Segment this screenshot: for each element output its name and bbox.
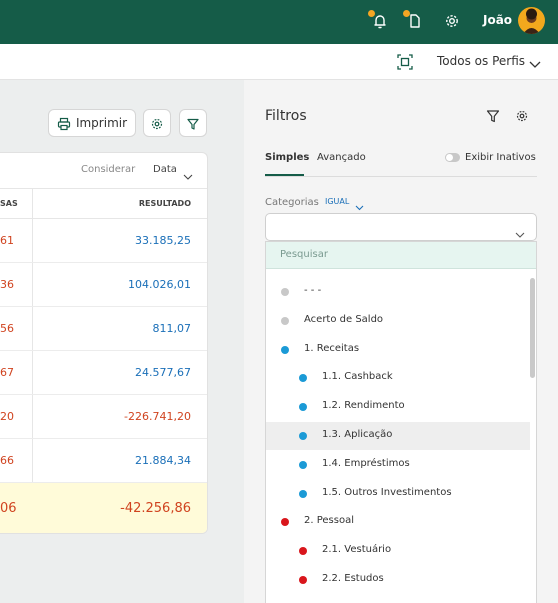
category-option[interactable]: 2. Pessoal xyxy=(266,508,530,536)
category-option[interactable]: 1.5. Outros Investimentos xyxy=(266,480,530,508)
table-row[interactable]: 56 811,07 xyxy=(0,307,207,351)
cell-despesas: 56 xyxy=(0,322,14,335)
tab-avancado[interactable]: Avançado xyxy=(317,152,366,163)
table-row[interactable]: 20 -226.741,20 xyxy=(0,395,207,439)
notification-badge xyxy=(368,10,375,17)
category-option-label: 1.4. Empréstimos xyxy=(322,457,410,469)
profile-bar: Todos os Perfis xyxy=(0,44,558,80)
category-color-dot xyxy=(299,460,307,469)
avatar[interactable] xyxy=(518,7,545,34)
table-row[interactable]: 36 104.026,01 xyxy=(0,263,207,307)
category-option[interactable]: 1.1. Cashback xyxy=(266,364,530,392)
column-header-resultado[interactable]: RESULTADO xyxy=(139,199,191,208)
filters-title: Filtros xyxy=(265,108,307,124)
category-option-label: 1.2. Rendimento xyxy=(322,400,405,412)
category-color-dot xyxy=(299,432,307,440)
document-badge xyxy=(403,10,410,17)
cell-despesas: 61 xyxy=(0,234,14,247)
categories-label: Categorias xyxy=(265,197,319,208)
search-input[interactable]: Pesquisar xyxy=(280,249,328,260)
category-option[interactable]: 1.3. Aplicação xyxy=(266,422,530,450)
table-settings-button[interactable] xyxy=(143,109,171,137)
cell-despesas: 36 xyxy=(0,278,14,291)
category-option-label: 1.1. Cashback xyxy=(322,371,393,383)
filter-button[interactable] xyxy=(179,109,207,137)
category-option[interactable]: - - - xyxy=(266,278,530,306)
results-table: Considerar Data SAS RESULTADO 61 33.185,2… xyxy=(0,152,208,534)
category-color-dot xyxy=(281,288,289,296)
category-option[interactable]: 1.4. Empréstimos xyxy=(266,451,530,479)
category-color-dot xyxy=(299,576,307,584)
category-color-dot xyxy=(299,489,307,498)
column-header-despesas[interactable]: SAS xyxy=(0,199,18,208)
active-tab-indicator xyxy=(265,174,304,176)
filter-icon xyxy=(186,116,200,130)
category-color-dot xyxy=(281,345,289,354)
category-option-label: 1. Receitas xyxy=(304,342,360,354)
category-option-label: 2. Pessoal xyxy=(304,515,354,527)
printer-icon xyxy=(57,116,71,131)
category-color-dot xyxy=(299,547,307,556)
show-inactive-toggle[interactable] xyxy=(445,153,460,162)
total-resultado: -42.256,86 xyxy=(120,501,191,516)
table-total-row: 06 -42.256,86 xyxy=(0,483,207,533)
filter-icon[interactable] xyxy=(486,108,500,123)
total-despesas: 06 xyxy=(0,501,17,516)
considerar-label: Considerar xyxy=(81,164,136,175)
cell-despesas: 67 xyxy=(0,366,14,379)
category-color-dot xyxy=(281,518,289,527)
gear-icon[interactable] xyxy=(442,11,462,31)
data-selector[interactable]: Data xyxy=(153,164,177,175)
cell-resultado: 21.884,34 xyxy=(135,454,191,467)
cell-despesas: 66 xyxy=(0,454,14,467)
cell-resultado: 104.026,01 xyxy=(128,278,191,291)
category-option-label: 2.2. Estudos xyxy=(322,573,384,584)
table-row[interactable]: 67 24.577,67 xyxy=(0,351,207,395)
category-option-label: Acerto de Saldo xyxy=(304,313,384,325)
chevron-down-icon[interactable] xyxy=(528,56,542,68)
category-option[interactable]: 1. Receitas xyxy=(266,336,530,364)
cell-resultado: -226.741,20 xyxy=(124,410,191,423)
print-label: Imprimir xyxy=(75,116,128,130)
scrollbar-thumb[interactable] xyxy=(530,278,535,378)
user-name[interactable]: João xyxy=(483,13,512,27)
category-option[interactable]: 2.2. Estudos xyxy=(266,566,530,594)
tab-simples[interactable]: Simples xyxy=(265,152,309,163)
category-option-label: 1.5. Outros Investimentos xyxy=(322,486,452,498)
cell-resultado: 33.185,25 xyxy=(135,234,191,247)
chevron-down-icon[interactable] xyxy=(183,166,193,180)
category-option-label: 2.1. Vestuário xyxy=(322,544,392,556)
gear-icon xyxy=(150,116,164,130)
print-button[interactable]: Imprimir xyxy=(48,109,136,137)
top-bar: João xyxy=(0,0,558,44)
chevron-down-icon[interactable] xyxy=(355,197,364,211)
category-option[interactable]: 2.1. Vestuário xyxy=(266,537,530,565)
categories-select[interactable] xyxy=(265,213,537,241)
cell-resultado: 24.577,67 xyxy=(135,366,191,379)
category-color-dot xyxy=(281,316,289,325)
cell-resultado: 811,07 xyxy=(152,322,192,335)
gear-icon[interactable] xyxy=(515,108,529,122)
table-options-row: Considerar Data xyxy=(0,153,207,189)
category-color-dot xyxy=(299,403,307,412)
scan-icon[interactable] xyxy=(396,53,414,71)
category-option-label: - - - xyxy=(304,285,322,296)
operator-selector[interactable]: IGUAL xyxy=(325,197,349,206)
table-row[interactable]: 66 21.884,34 xyxy=(0,439,207,483)
show-inactive-label[interactable]: Exibir Inativos xyxy=(465,152,536,163)
category-option[interactable]: Acerto de Saldo xyxy=(266,307,530,335)
table-row[interactable]: 61 33.185,25 xyxy=(0,219,207,263)
profile-selector[interactable]: Todos os Perfis xyxy=(437,54,525,68)
categories-dropdown: Pesquisar - - - Acerto de Saldo 1. Receita… xyxy=(265,241,537,603)
category-color-dot xyxy=(299,374,307,383)
dropdown-search[interactable]: Pesquisar xyxy=(266,242,536,269)
chevron-down-icon[interactable] xyxy=(515,224,525,238)
category-option-label: 1.3. Aplicação xyxy=(322,429,393,440)
category-option[interactable]: 1.2. Rendimento xyxy=(266,393,530,421)
cell-despesas: 20 xyxy=(0,410,14,423)
